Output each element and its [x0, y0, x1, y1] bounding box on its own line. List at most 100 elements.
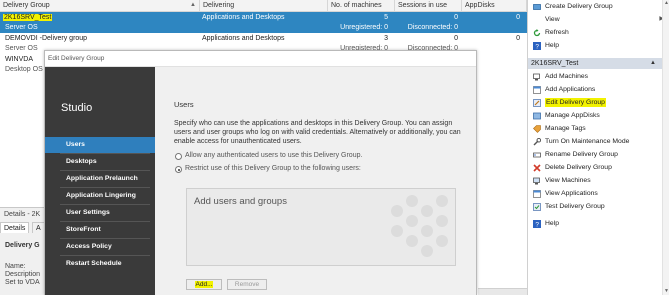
nav-label: Desktops: [66, 158, 97, 165]
radio-allow-authenticated[interactable]: [175, 153, 182, 160]
action-maintenance-mode[interactable]: Turn On Maintenance Mode: [528, 135, 669, 148]
column-header-delivering[interactable]: Delivering: [200, 0, 328, 12]
row-appdisks: 0: [516, 14, 520, 21]
column-header-appdisks[interactable]: AppDisks: [462, 0, 527, 12]
scroll-up-arrow-icon[interactable]: ▲: [663, 0, 669, 6]
remove-users-button[interactable]: Remove: [227, 279, 267, 290]
help-icon: ?: [533, 220, 541, 228]
action-view[interactable]: View ▶: [528, 13, 669, 26]
action-help-group[interactable]: ? Help: [528, 217, 669, 230]
collapse-arrow-icon[interactable]: ▲: [650, 58, 656, 69]
watermark-pattern-icon: [391, 195, 448, 257]
nav-label: StoreFront: [66, 226, 101, 233]
add-button-label: Add...: [194, 281, 214, 288]
row-delivering: Applications and Desktops: [202, 14, 285, 21]
row-disconnected: Disconnected: 0: [407, 24, 458, 31]
details-line: Description: [5, 271, 41, 278]
column-header-sessions[interactable]: Sessions in use: [395, 0, 462, 12]
users-list-box[interactable]: Add users and groups: [186, 188, 456, 266]
nav-label: User Settings: [66, 209, 110, 216]
action-label: Refresh: [545, 29, 569, 36]
action-add-machines[interactable]: Add Machines: [528, 70, 669, 83]
action-manage-appdisks[interactable]: Manage AppDisks: [528, 109, 669, 122]
help-icon: ?: [533, 42, 541, 50]
nav-access-policy[interactable]: Access Policy: [45, 239, 155, 255]
nav-label: Application Lingering: [66, 192, 136, 199]
action-create-delivery-group[interactable]: Create Delivery Group: [528, 0, 669, 13]
action-label: View Machines: [545, 177, 591, 184]
row-machines: 5: [384, 14, 388, 21]
action-manage-tags[interactable]: Manage Tags: [528, 122, 669, 135]
row-delivering: Applications and Desktops: [202, 35, 285, 42]
row-name: DEMOVDI -Delivery group: [5, 35, 88, 42]
page-title: Users: [174, 100, 194, 109]
tab-details[interactable]: Details: [0, 222, 30, 233]
edit-group-icon: [533, 99, 541, 107]
action-view-machines[interactable]: View Machines: [528, 174, 669, 187]
studio-brand: Studio: [61, 102, 93, 114]
users-box-placeholder: Add users and groups: [194, 196, 287, 207]
tab-applications[interactable]: A: [32, 222, 45, 233]
add-applications-icon: [533, 86, 541, 94]
nav-label: Application Prelaunch: [66, 175, 138, 182]
test-icon: [533, 203, 541, 211]
row-machines: 3: [384, 35, 388, 42]
radio-allow-label: Allow any authenticated users to use thi…: [185, 152, 363, 159]
actions-section-header[interactable]: 2K16SRV_Test ▲: [528, 58, 669, 69]
action-label: Test Delivery Group: [545, 203, 605, 210]
row-name: WINVDA: [5, 56, 33, 63]
action-test-delivery-group[interactable]: Test Delivery Group: [528, 200, 669, 213]
nav-label: Restart Schedule: [66, 260, 122, 267]
details-line: Set to VDA: [5, 279, 40, 286]
wizard-content: Users Specify who can use the applicatio…: [155, 67, 476, 295]
action-label: Delete Delivery Group: [545, 164, 612, 171]
action-label: Turn On Maintenance Mode: [545, 138, 630, 145]
scroll-down-arrow-icon[interactable]: ▼: [663, 288, 669, 294]
nav-label: Users: [66, 141, 85, 148]
svg-text:?: ?: [535, 44, 539, 50]
view-applications-icon: [533, 190, 541, 198]
nav-user-settings[interactable]: User Settings: [45, 205, 155, 221]
svg-text:?: ?: [535, 222, 539, 228]
refresh-icon: [533, 29, 541, 37]
action-view-applications[interactable]: View Applications: [528, 187, 669, 200]
horizontal-scrollbar[interactable]: [478, 288, 527, 295]
nav-application-lingering[interactable]: Application Lingering: [45, 188, 155, 204]
radio-restrict-users[interactable]: [175, 166, 182, 173]
actions-scrollbar[interactable]: ▲ ▼: [662, 0, 669, 295]
nav-label: Access Policy: [66, 243, 112, 250]
table-row[interactable]: 2K16SRV_Test Server OS Applications and …: [0, 12, 527, 33]
row-type: Server OS: [5, 24, 38, 31]
nav-application-prelaunch[interactable]: Application Prelaunch: [45, 171, 155, 187]
action-label: Rename Delivery Group: [545, 151, 618, 158]
action-help[interactable]: ? Help: [528, 39, 669, 52]
action-add-applications[interactable]: Add Applications: [528, 83, 669, 96]
action-label: Manage Tags: [545, 125, 586, 132]
action-label: Help: [545, 42, 559, 49]
action-refresh[interactable]: Refresh: [528, 26, 669, 39]
users-panel: Users Specify who can use the applicatio…: [155, 67, 476, 295]
column-header-delivery-group[interactable]: Delivery Group: [0, 0, 200, 12]
add-users-button[interactable]: Add...: [186, 279, 222, 290]
column-header-machines[interactable]: No. of machines: [328, 0, 395, 12]
nav-restart-schedule[interactable]: Restart Schedule: [45, 256, 155, 272]
details-line: Name:: [5, 263, 26, 270]
action-label: Add Machines: [545, 73, 589, 80]
maintenance-icon: [533, 138, 541, 146]
rename-icon: [533, 152, 541, 158]
nav-storefront[interactable]: StoreFront: [45, 222, 155, 238]
nav-desktops[interactable]: Desktops: [45, 154, 155, 170]
create-group-icon: [533, 4, 541, 10]
nav-users[interactable]: Users: [45, 137, 159, 153]
wizard-nav: Studio Users Desktops Application Prelau…: [45, 67, 161, 295]
action-rename-delivery-group[interactable]: Rename Delivery Group: [528, 148, 669, 161]
actions-pane: Create Delivery Group View ▶ Refresh ? H…: [527, 0, 669, 295]
action-delete-delivery-group[interactable]: Delete Delivery Group: [528, 161, 669, 174]
action-label: View: [545, 16, 560, 23]
row-type: Server OS: [5, 45, 38, 52]
add-machines-icon: [533, 73, 540, 81]
action-edit-delivery-group[interactable]: Edit Delivery Group: [528, 96, 669, 109]
row-sessions: 0: [454, 14, 458, 21]
details-title: Details - 2K: [4, 211, 41, 218]
action-label: Help: [545, 220, 559, 227]
